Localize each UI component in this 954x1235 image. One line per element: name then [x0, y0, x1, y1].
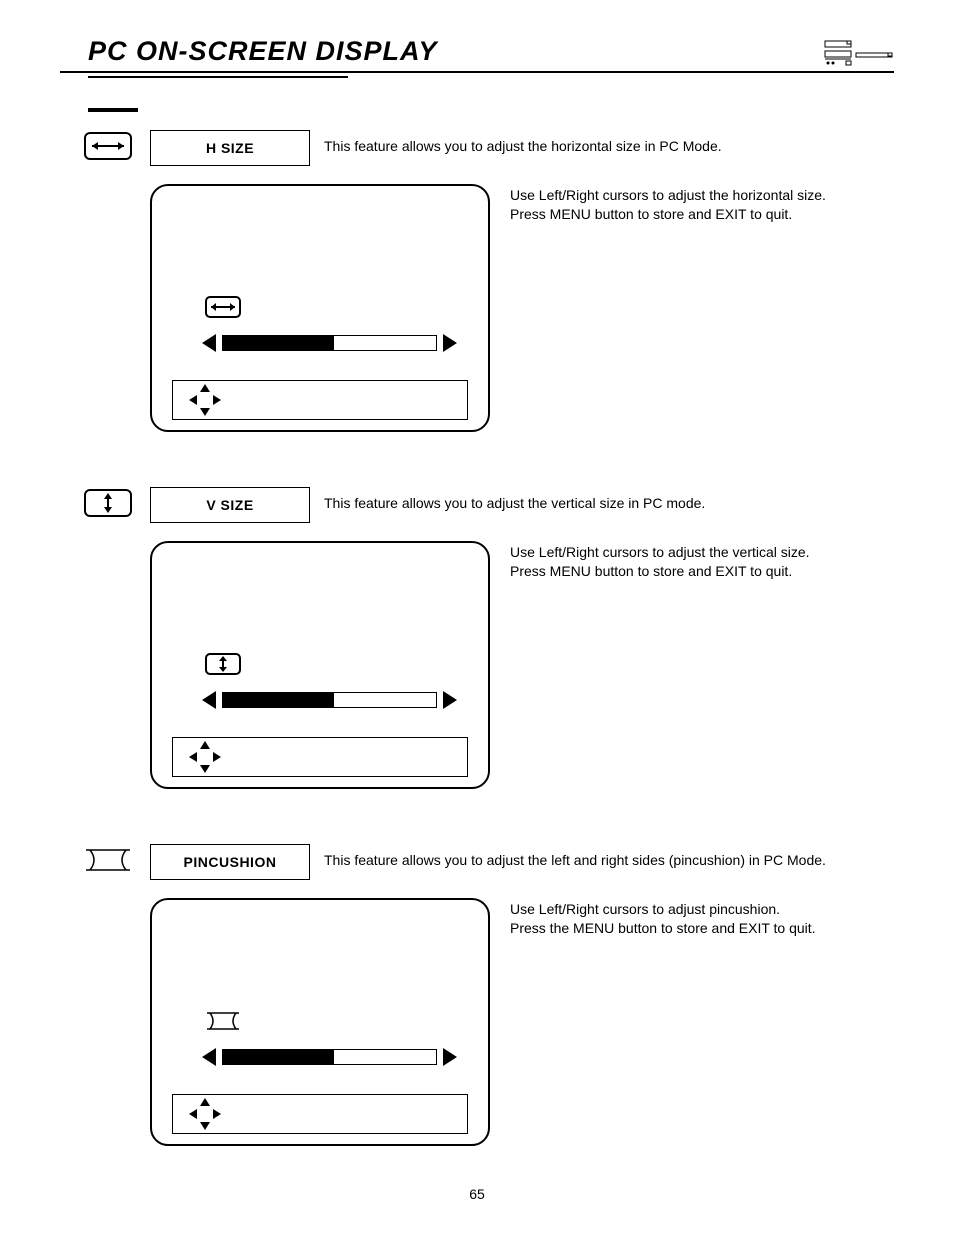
h-size-icon: [205, 296, 241, 318]
section-pincushion: PINCUSHION This feature allows you to ad…: [60, 844, 894, 1146]
instruction-line: Use Left/Right cursors to adjust pincush…: [510, 900, 894, 919]
instruction-line: Press MENU button to store and EXIT to q…: [510, 205, 894, 224]
v-size-icon: [84, 489, 132, 517]
feature-label: V SIZE: [150, 487, 310, 523]
section-v-size: V SIZE This feature allows you to adjust…: [60, 487, 894, 789]
feature-intro: This feature allows you to adjust the ve…: [324, 487, 894, 511]
header-decor-icon: [824, 39, 894, 67]
feature-label: PINCUSHION: [150, 844, 310, 880]
arrow-left-icon[interactable]: [202, 334, 216, 352]
arrow-right-icon[interactable]: [443, 1048, 457, 1066]
pincushion-icon: [205, 1010, 241, 1032]
dpad-icon: [187, 739, 223, 775]
instruction-line: Use Left/Right cursors to adjust the ver…: [510, 543, 894, 562]
nav-hint: [172, 380, 468, 420]
slider-track[interactable]: [222, 335, 437, 351]
slider-fill: [223, 1050, 334, 1064]
slider[interactable]: [202, 332, 457, 354]
divider: [88, 76, 348, 78]
osd-preview: [150, 541, 490, 789]
dpad-icon: [187, 1096, 223, 1132]
arrow-left-icon[interactable]: [202, 1048, 216, 1066]
slider-track[interactable]: [222, 692, 437, 708]
osd-preview: [150, 184, 490, 432]
feature-intro: This feature allows you to adjust the le…: [324, 844, 894, 868]
osd-preview: [150, 898, 490, 1146]
dpad-icon: [187, 382, 223, 418]
nav-hint: [172, 1094, 468, 1134]
divider: [60, 71, 894, 73]
v-size-icon: [205, 653, 241, 675]
section-h-size: H SIZE This feature allows you to adjust…: [60, 130, 894, 432]
slider[interactable]: [202, 1046, 457, 1068]
slider[interactable]: [202, 689, 457, 711]
h-size-icon: [84, 132, 132, 160]
pincushion-icon: [84, 846, 132, 874]
instruction-line: Press the MENU button to store and EXIT …: [510, 919, 894, 938]
page-title: PC ON-SCREEN DISPLAY: [60, 36, 438, 67]
arrow-left-icon[interactable]: [202, 691, 216, 709]
feature-intro: This feature allows you to adjust the ho…: [324, 130, 894, 154]
page-number: 65: [60, 1186, 894, 1202]
slider-fill: [223, 336, 334, 350]
nav-hint: [172, 737, 468, 777]
divider: [88, 108, 138, 112]
slider-fill: [223, 693, 334, 707]
instruction-line: Press MENU button to store and EXIT to q…: [510, 562, 894, 581]
slider-track[interactable]: [222, 1049, 437, 1065]
arrow-right-icon[interactable]: [443, 334, 457, 352]
arrow-right-icon[interactable]: [443, 691, 457, 709]
feature-label: H SIZE: [150, 130, 310, 166]
instruction-line: Use Left/Right cursors to adjust the hor…: [510, 186, 894, 205]
